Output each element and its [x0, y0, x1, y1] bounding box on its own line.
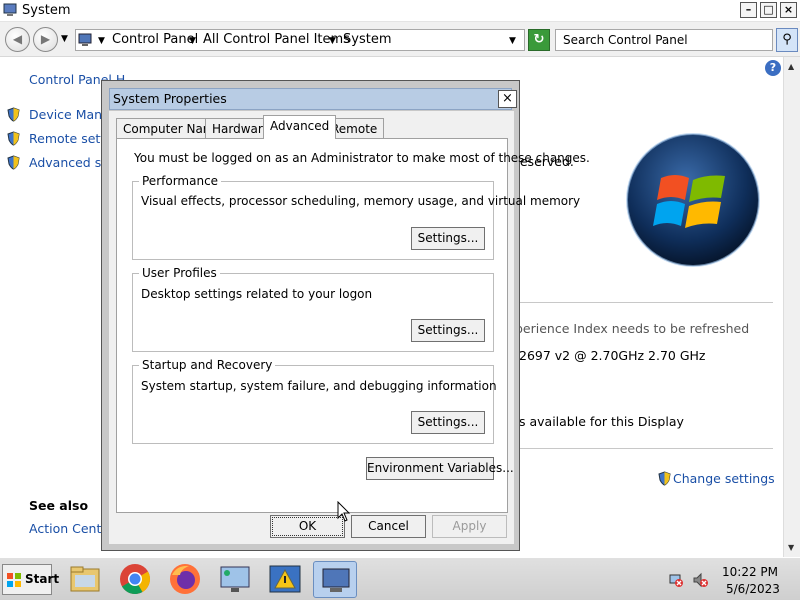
window-titlebar: System – □ × [0, 0, 800, 22]
windows-logo [626, 133, 760, 267]
system-properties-dialog: System Properties × Computer Name Hardwa… [101, 80, 590, 551]
help-icon[interactable]: ? [765, 60, 781, 76]
windows-flag-icon [7, 573, 21, 587]
performance-group: Performance Visual effects, processor sc… [132, 174, 580, 260]
environment-variables-button[interactable]: Environment Variables... [366, 457, 514, 480]
startup-recovery-description: System startup, system failure, and debu… [141, 379, 497, 393]
recent-pages-dropdown-icon[interactable]: ▼ [61, 34, 68, 44]
search-icon[interactable]: ⚲ [776, 28, 798, 52]
dialog-body: Computer Name Hardware Advanced Remote Y… [109, 111, 590, 544]
uac-shield-icon [7, 107, 20, 122]
scroll-up-icon[interactable]: ▲ [788, 62, 794, 71]
apply-button[interactable]: Apply [432, 515, 507, 538]
breadcrumb-system[interactable]: System [343, 32, 391, 47]
dialog-close-button[interactable]: × [498, 90, 517, 108]
close-window-button[interactable]: × [780, 2, 797, 18]
user-profiles-group: User Profiles Desktop settings related t… [132, 266, 494, 352]
startup-recovery-label: Startup and Recovery [139, 358, 276, 372]
tab-advanced[interactable]: Advanced [263, 115, 337, 139]
folder-icon [70, 566, 100, 592]
chrome-taskbar-button[interactable] [113, 561, 157, 598]
security-taskbar-button[interactable] [263, 561, 307, 598]
file-explorer-taskbar-button[interactable] [63, 561, 107, 598]
ok-button[interactable]: OK [270, 515, 345, 538]
uac-shield-icon [7, 155, 20, 170]
breadcrumb-control-panel[interactable]: Control Panel [112, 32, 198, 47]
action-center-icon [269, 565, 301, 593]
window-title: System [22, 3, 71, 18]
dialog-title: System Properties [113, 91, 227, 106]
system-icon [322, 568, 350, 592]
user-profiles-settings-button[interactable]: Settings... [411, 319, 485, 342]
change-settings-link[interactable]: Change settings [673, 471, 775, 486]
section-divider [515, 448, 773, 449]
see-also-heading: See also [29, 498, 89, 513]
address-history-dropdown-icon[interactable]: ▼ [509, 32, 516, 47]
pen-touch-text: s available for this Display [519, 414, 684, 429]
system-tray: 10:22 PM 5/6/2023 [662, 561, 798, 598]
vertical-scrollbar[interactable]: ▲ ▼ [783, 57, 800, 557]
network-computer-icon [220, 566, 250, 592]
navigation-bar: ◀ ▶ ▼ ▼ Control Panel ▼ All Control Pane… [0, 22, 800, 57]
control-panel-taskbar-button[interactable] [213, 561, 257, 598]
performance-label: Performance [139, 174, 222, 188]
start-label: Start [25, 572, 60, 586]
section-divider [515, 302, 773, 303]
chrome-icon [120, 564, 151, 595]
advanced-tab-panel: You must be logged on as an Administrato… [116, 138, 590, 513]
firefox-icon [170, 564, 200, 594]
clock-date[interactable]: 5/6/2023 [726, 582, 780, 596]
maximize-button[interactable]: □ [760, 2, 777, 18]
taskbar: Start 10:22 PM 5/6/2023 [0, 557, 800, 600]
start-button[interactable]: Start [2, 564, 59, 595]
processor-text: 2697 v2 @ 2.70GHz 2.70 GHz [519, 348, 706, 363]
uac-shield-icon [7, 131, 20, 146]
search-input[interactable]: Search Control Panel [555, 29, 773, 51]
address-separator-icon[interactable]: ▼ [189, 32, 196, 47]
refresh-button[interactable]: ↻ [528, 29, 550, 51]
startup-recovery-settings-button[interactable]: Settings... [411, 411, 485, 434]
startup-recovery-group: Startup and Recovery System startup, sys… [132, 358, 497, 444]
system-icon [3, 3, 17, 16]
cancel-button[interactable]: Cancel [351, 515, 426, 538]
control-panel-icon [78, 33, 92, 46]
forward-button[interactable]: ▶ [33, 27, 58, 52]
user-profiles-description: Desktop settings related to your logon [141, 287, 373, 301]
volume-muted-icon[interactable] [692, 572, 708, 588]
rating-text: perience Index needs to be refreshed [515, 321, 750, 336]
user-profiles-label: User Profiles [139, 266, 220, 280]
system-window-taskbar-button[interactable] [313, 561, 357, 598]
dialog-titlebar[interactable]: System Properties × [109, 88, 517, 110]
address-separator-icon[interactable]: ▼ [98, 32, 105, 47]
firefox-taskbar-button[interactable] [163, 561, 207, 598]
network-status-icon[interactable] [668, 572, 684, 588]
mouse-cursor-icon [337, 501, 351, 522]
address-bar[interactable]: ▼ Control Panel ▼ All Control Panel Item… [75, 29, 525, 51]
minimize-button[interactable]: – [740, 2, 757, 18]
admin-note: You must be logged on as an Administrato… [134, 151, 590, 165]
performance-settings-button[interactable]: Settings... [411, 227, 485, 250]
back-button[interactable]: ◀ [5, 27, 30, 52]
breadcrumb-all-items[interactable]: All Control Panel Items [203, 32, 350, 47]
uac-shield-icon [658, 471, 671, 486]
performance-description: Visual effects, processor scheduling, me… [141, 194, 581, 208]
left-task-pane: Control Panel H Device Manag Remote sett… [0, 57, 125, 557]
address-separator-icon[interactable]: ▼ [329, 32, 336, 47]
scroll-down-icon[interactable]: ▼ [788, 543, 794, 552]
clock-time[interactable]: 10:22 PM [722, 565, 778, 579]
